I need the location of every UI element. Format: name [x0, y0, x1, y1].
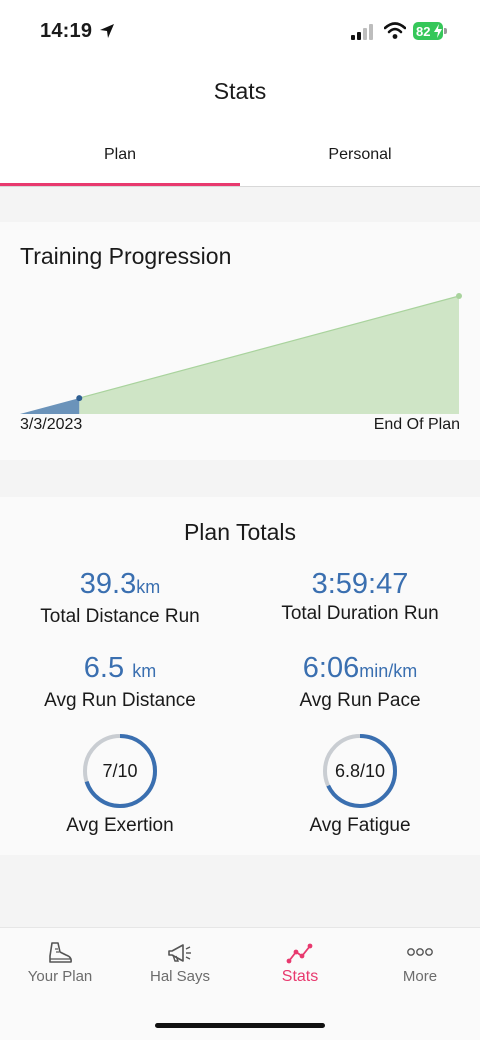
plan-totals-card: Plan Totals 39.3km Total Distance Run 3:… — [0, 497, 480, 855]
training-progression-title: Training Progression — [20, 243, 232, 269]
active-tab-indicator — [0, 183, 240, 186]
tabbar-hal-says[interactable]: Hal Says — [120, 928, 240, 998]
avg-fatigue-ring: 6.8/10 — [322, 733, 398, 809]
avg-distance-unit: km — [132, 661, 157, 681]
total-duration-value: 3:59:47 — [311, 568, 409, 600]
chart-end-label: End Of Plan — [373, 416, 460, 433]
running-shoe-icon — [49, 942, 72, 963]
page-title: Stats — [213, 78, 267, 104]
avg-distance-value: 6.5 — [83, 652, 125, 684]
total-distance-stat: 39.3km Total Distance Run — [0, 567, 240, 628]
megaphone-icon — [168, 944, 191, 962]
status-time: 14:19 — [40, 20, 93, 42]
completed-area — [20, 398, 80, 414]
total-distance-unit: km — [136, 577, 161, 597]
status-bar: 14:19 82 — [0, 0, 480, 62]
location-arrow-icon — [100, 24, 114, 38]
tabbar-more[interactable]: More — [360, 928, 480, 998]
avg-exertion-gauge: 7/10 Avg Exertion — [0, 733, 240, 837]
avg-pace-value-row: 6:06min/km — [240, 651, 480, 688]
segmented-tabs: Plan Personal — [0, 132, 480, 187]
battery-indicator: 82 — [413, 22, 447, 40]
tabbar-more-label: More — [402, 968, 438, 985]
avg-exertion-label: Avg Exertion — [66, 815, 174, 836]
charging-bolt-icon — [434, 24, 442, 38]
remaining-plan-area — [79, 296, 459, 414]
avg-exertion-value: 7/10 — [102, 760, 138, 781]
avg-fatigue-label: Avg Fatigue — [309, 815, 411, 836]
total-distance-label: Total Distance Run — [40, 606, 200, 627]
tab-plan[interactable]: Plan — [0, 132, 240, 186]
avg-pace-stat: 6:06min/km Avg Run Pace — [240, 651, 480, 712]
current-progress-marker — [76, 395, 83, 402]
total-duration-stat: 3:59:47 Total Duration Run — [240, 567, 480, 625]
avg-fatigue-value: 6.8/10 — [334, 760, 386, 781]
avg-fatigue-gauge: 6.8/10 Avg Fatigue — [240, 733, 480, 837]
avg-distance-label: Avg Run Distance — [44, 690, 196, 711]
tabbar-your-plan-label: Your Plan — [27, 968, 93, 985]
cellular-signal-icon — [351, 24, 373, 40]
total-distance-value: 39.3 — [79, 568, 137, 600]
battery-tip — [444, 28, 447, 34]
more-dots-icon — [407, 948, 433, 956]
stats-line-icon — [286, 943, 313, 964]
total-duration-label: Total Duration Run — [281, 603, 439, 624]
training-progression-card: Training Progression 3/3/2023 End Of Pla… — [0, 222, 480, 460]
chart-start-label: 3/3/2023 — [20, 416, 83, 433]
total-distance-value-row: 39.3km — [0, 567, 240, 604]
home-indicator — [155, 1023, 325, 1028]
tabbar-stats[interactable]: Stats — [240, 928, 360, 998]
avg-exertion-ring: 7/10 — [82, 733, 158, 809]
plan-end-marker — [456, 293, 462, 299]
avg-pace-unit: min/km — [359, 661, 418, 681]
avg-distance-value-row: 6.5 km — [0, 651, 240, 688]
avg-pace-label: Avg Run Pace — [299, 690, 421, 711]
tabbar-hal-says-label: Hal Says — [149, 968, 211, 985]
tab-personal[interactable]: Personal — [240, 132, 480, 186]
avg-pace-value: 6:06 — [302, 652, 360, 684]
wifi-icon — [384, 22, 406, 39]
tabbar-your-plan[interactable]: Your Plan — [0, 928, 120, 998]
avg-distance-stat: 6.5 km Avg Run Distance — [0, 651, 240, 712]
tabbar-stats-label: Stats — [281, 968, 319, 985]
plan-totals-title: Plan Totals — [183, 519, 297, 545]
